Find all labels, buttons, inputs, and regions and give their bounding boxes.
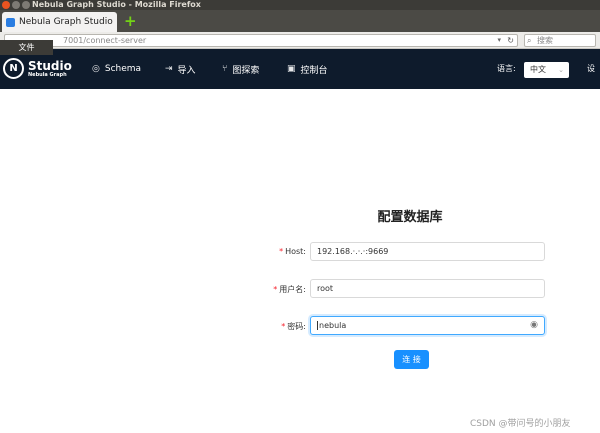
browser-tab[interactable]: Nebula Graph Studio	[2, 12, 117, 32]
search-placeholder: 搜索	[537, 36, 553, 45]
nav-import[interactable]: ⇥ 导入	[165, 49, 196, 89]
schema-icon: ◎	[92, 64, 100, 74]
password-label: * 密码:	[246, 321, 306, 332]
favicon-icon	[6, 17, 15, 27]
nav-explore[interactable]: ⑂ 图探索	[222, 49, 259, 89]
password-label-text: 密码:	[287, 322, 306, 331]
nav-label: Schema	[104, 64, 142, 74]
logo-text: Studio Nebula Graph	[28, 60, 72, 78]
file-menu[interactable]: 文件	[0, 40, 53, 55]
new-tab-plus-icon[interactable]: +	[124, 14, 137, 29]
host-label-text: Host:	[285, 247, 306, 256]
text-caret	[317, 321, 318, 330]
logo-name: Studio	[28, 58, 72, 73]
search-input[interactable]: ⌕ 搜索	[524, 34, 596, 47]
logo-mark-icon: N	[3, 58, 24, 79]
nav-label: 控制台	[300, 65, 328, 76]
settings-link[interactable]: 设置	[587, 49, 600, 113]
watermark: CSDN @带问号的小朋友	[470, 419, 571, 429]
tab-title: Nebula Graph Studio	[19, 17, 113, 27]
nav-label: 图探索	[232, 65, 260, 76]
url-text: 7001/connect-server	[63, 36, 147, 45]
reload-icon[interactable]: ↻	[507, 35, 514, 46]
username-label: * 用户名:	[246, 284, 306, 295]
maximize-window-button[interactable]	[22, 1, 30, 9]
language-select[interactable]: 中文 ⌄	[524, 62, 569, 78]
host-input[interactable]: 192.168.·.·.·:9669	[310, 242, 545, 261]
app-header: N Studio Nebula Graph ◎ Schema ⇥ 导入 ⑂ 图探…	[0, 49, 600, 113]
required-mark: *	[281, 322, 286, 331]
tab-strip: Nebula Graph Studio +	[0, 10, 600, 32]
connect-button[interactable]: 连 接	[394, 350, 429, 369]
logo-sub: Nebula Graph	[28, 71, 67, 78]
search-icon: ⌕	[527, 36, 532, 45]
username-input[interactable]: root	[310, 279, 545, 298]
password-input[interactable]: nebula ◉	[310, 316, 545, 335]
page-title: 配置数据库	[377, 210, 443, 225]
nav-console[interactable]: ▣ 控制台	[287, 49, 328, 89]
url-bar[interactable]: 7001/connect-server ▾ ↻	[4, 34, 518, 47]
window-controls	[2, 1, 30, 9]
language-value: 中文	[530, 65, 546, 74]
nav-schema[interactable]: ◎ Schema	[92, 49, 141, 89]
navigation-bar: 7001/connect-server ▾ ↻ ⌕ 搜索	[0, 32, 600, 49]
required-mark: *	[279, 247, 284, 256]
dropdown-chevron-icon[interactable]: ▾	[497, 35, 501, 46]
username-value: root	[317, 284, 334, 293]
username-label-text: 用户名:	[279, 285, 306, 294]
studio-logo[interactable]: N Studio Nebula Graph	[3, 58, 72, 79]
chevron-down-icon: ⌄	[558, 66, 564, 74]
window-titlebar: Nebula Graph Studio - Mozilla Firefox	[0, 0, 600, 10]
eye-icon[interactable]: ◉	[530, 317, 538, 334]
host-value: 192.168.·.·.·:9669	[317, 247, 389, 256]
window-title: Nebula Graph Studio - Mozilla Firefox	[32, 0, 201, 9]
nav-label: 导入	[177, 65, 196, 76]
language-label: 语言:	[497, 64, 516, 73]
password-value: nebula	[319, 321, 347, 330]
host-label: * Host:	[246, 247, 306, 256]
import-icon: ⇥	[165, 64, 173, 74]
close-window-button[interactable]	[2, 1, 10, 9]
console-icon: ▣	[287, 64, 296, 74]
required-mark: *	[273, 285, 278, 294]
minimize-window-button[interactable]	[12, 1, 20, 9]
explore-icon: ⑂	[222, 64, 228, 74]
